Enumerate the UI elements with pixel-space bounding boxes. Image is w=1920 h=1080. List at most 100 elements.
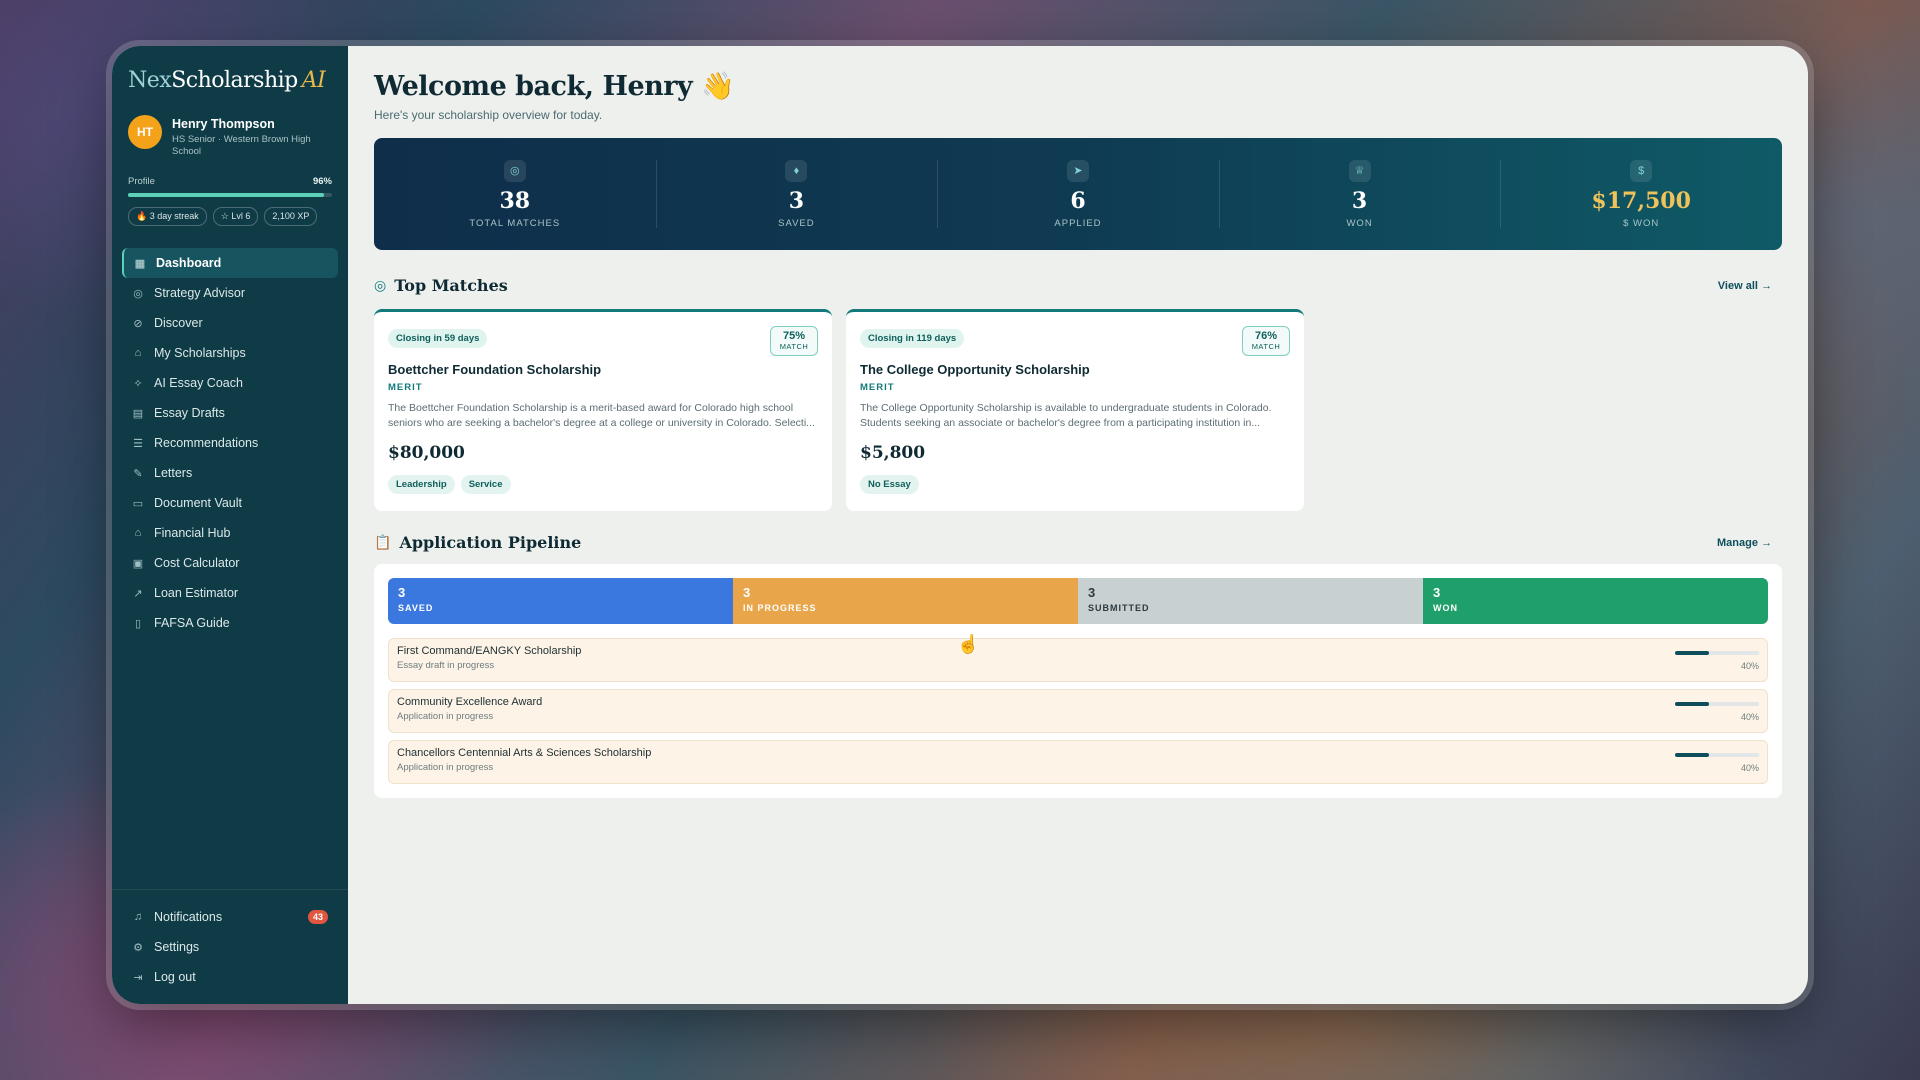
sidebar-item-essay-drafts[interactable]: ▤ Essay Drafts (122, 398, 338, 428)
sidebar: NexScholarship AI HT Henry Thompson HS Se… (112, 46, 348, 1004)
sidebar-item-discover[interactable]: ⊘ Discover (122, 308, 338, 338)
user-name: Henry Thompson (172, 117, 275, 131)
sidebar-item-cost-calculator[interactable]: ▣ Cost Calculator (122, 548, 338, 578)
view-all-link[interactable]: View all → (1718, 280, 1772, 292)
card-amount: $5,800 (860, 443, 926, 463)
stats-banner: ◎ 38 TOTAL MATCHES ♦ 3 SAVED ➤ 6 APPLIED ♕ … (374, 138, 1782, 250)
stat-label: APPLIED (1054, 217, 1102, 229)
user-chips: 🔥 3 day streak ☆ Lvl 6 2,100 XP (128, 207, 332, 226)
stat-label: WON (1346, 217, 1373, 229)
bookmark-icon: ♦ (785, 159, 808, 182)
xp-chip: 2,100 XP (264, 207, 318, 226)
row-progress-bar (1675, 702, 1759, 706)
target-icon: ◎ (133, 287, 143, 300)
stage-label: SAVED (398, 603, 434, 613)
user-card[interactable]: HT Henry Thompson HS Senior · Western Br… (112, 105, 348, 168)
profile-bar-fill (128, 193, 324, 197)
row-progress-bar (1675, 651, 1759, 655)
sidebar-item-label: Strategy Advisor (154, 286, 246, 300)
sidebar-item-my-scholarships[interactable]: ⌂ My Scholarships (122, 338, 338, 368)
profile-label: Profile (128, 176, 155, 187)
row-percent: 40% (1740, 712, 1759, 722)
sidebar-item-label: FAFSA Guide (154, 616, 230, 630)
row-status: Application in progress (397, 762, 494, 773)
sidebar-item-label: Letters (154, 466, 193, 480)
pipeline-panel: 3 SAVED 3 IN PROGRESS 3 SUBMITTED 3 WON Fir… (374, 564, 1782, 798)
sidebar-item-label: Cost Calculator (154, 556, 240, 570)
sidebar-item-letters[interactable]: ✎ Letters (122, 458, 338, 488)
sidebar-item-settings[interactable]: ⚙ Settings (122, 932, 338, 962)
sidebar-item-label: Document Vault (154, 496, 243, 510)
stage-count: 3 (1088, 585, 1096, 600)
mouse-cursor-icon: ☝ (957, 634, 980, 654)
sidebar-item-document-vault[interactable]: ▭ Document Vault (122, 488, 338, 518)
sidebar-item-ai-essay-coach[interactable]: ✧ AI Essay Coach (122, 368, 338, 398)
bank-icon: ⌂ (134, 527, 142, 539)
sidebar-item-label: Financial Hub (154, 526, 231, 540)
sidebar-item-log-out[interactable]: ⇥ Log out (122, 962, 338, 992)
row-progress-fill (1675, 702, 1709, 706)
sidebar-item-label: My Scholarships (154, 346, 246, 360)
stat-value: 6 (1070, 187, 1086, 214)
pipeline-row[interactable]: Community Excellence Award Application i… (388, 689, 1768, 733)
graduation-cap-icon: ⌂ (134, 347, 142, 359)
sidebar-item-label: Loan Estimator (154, 586, 239, 600)
row-status: Essay draft in progress (397, 660, 495, 671)
sidebar-item-financial-hub[interactable]: ⌂ Financial Hub (122, 518, 338, 548)
sidebar-item-label: Settings (154, 940, 200, 954)
bell-icon: ♫ (133, 911, 143, 923)
match-percent: 76% (1254, 330, 1278, 342)
row-name: First Command/EANGKY Scholarship (397, 645, 582, 657)
sidebar-item-fafsa-guide[interactable]: ▯ FAFSA Guide (122, 608, 338, 638)
dollar-icon: $ (1630, 159, 1653, 182)
stage-label: IN PROGRESS (743, 603, 817, 613)
match-label: MATCH (779, 342, 809, 351)
target-icon: ◎ (374, 277, 387, 294)
row-progress-bar (1675, 753, 1759, 757)
tag: Leadership (388, 475, 455, 494)
stage-in-progress[interactable]: 3 IN PROGRESS (733, 578, 1078, 624)
card-amount: $80,000 (388, 443, 465, 463)
card-title[interactable]: Boettcher Foundation Scholarship (388, 362, 818, 377)
stage-submitted[interactable]: 3 SUBMITTED (1078, 578, 1423, 624)
stage-won[interactable]: 3 WON (1423, 578, 1768, 624)
stat-value: 3 (1351, 187, 1368, 214)
gear-icon: ⚙ (133, 941, 143, 954)
scholarship-card[interactable]: Closing in 119 days 76% MATCH The Colleg… (846, 309, 1304, 511)
sidebar-item-notifications[interactable]: ♫ Notifications 43 (122, 902, 338, 932)
send-icon: ➤ (1066, 159, 1089, 182)
tag: Service (460, 475, 511, 494)
sidebar-item-label: Essay Drafts (154, 406, 225, 420)
book-icon: ▯ (134, 617, 142, 630)
stat-value: 38 (499, 187, 531, 214)
profile-percent: 96% (312, 176, 332, 187)
row-status: Application in progress (397, 711, 494, 722)
pipeline-header: 📋 Application Pipeline Manage → (374, 533, 1782, 552)
stage-saved[interactable]: 3 SAVED (388, 578, 733, 624)
stat-won: ♕ 3 WON (1218, 154, 1501, 234)
avatar: HT (128, 115, 162, 149)
match-badge: 76% MATCH (1242, 326, 1290, 356)
sidebar-item-label: Notifications (154, 910, 223, 924)
closing-badge: Closing in 119 days (860, 329, 965, 348)
calculator-icon: ▣ (132, 557, 144, 570)
pipeline-row[interactable]: Chancellors Centennial Arts & Sciences S… (388, 740, 1768, 784)
profile-progress: Profile 96% 🔥 3 day streak ☆ Lvl 6 2,100… (112, 168, 348, 226)
match-badge: 75% MATCH (770, 326, 818, 356)
sidebar-item-recommendations[interactable]: ☰ Recommendations (122, 428, 338, 458)
card-title[interactable]: The College Opportunity Scholarship (860, 362, 1290, 377)
row-name: Community Excellence Award (397, 696, 543, 708)
main-content: Welcome back, Henry 👋 Here's your schola… (348, 46, 1808, 1004)
card-tags: No Essay (860, 475, 1290, 494)
sidebar-item-label: Log out (154, 970, 196, 984)
sidebar-item-strategy-advisor[interactable]: ◎ Strategy Advisor (122, 278, 338, 308)
manage-link[interactable]: Manage → (1717, 537, 1772, 549)
sidebar-item-dashboard[interactable]: ▦ Dashboard (122, 248, 338, 278)
app-logo[interactable]: NexScholarship AI (112, 46, 348, 105)
pipeline-row[interactable]: First Command/EANGKY Scholarship Essay d… (388, 638, 1768, 682)
stat-label: $ WON (1623, 217, 1660, 229)
stat-label: TOTAL MATCHES (469, 217, 561, 229)
sidebar-item-loan-estimator[interactable]: ↗ Loan Estimator (122, 578, 338, 608)
target-icon: ◎ (503, 159, 526, 182)
scholarship-card[interactable]: Closing in 59 days 75% MATCH Boettcher F… (374, 309, 832, 511)
